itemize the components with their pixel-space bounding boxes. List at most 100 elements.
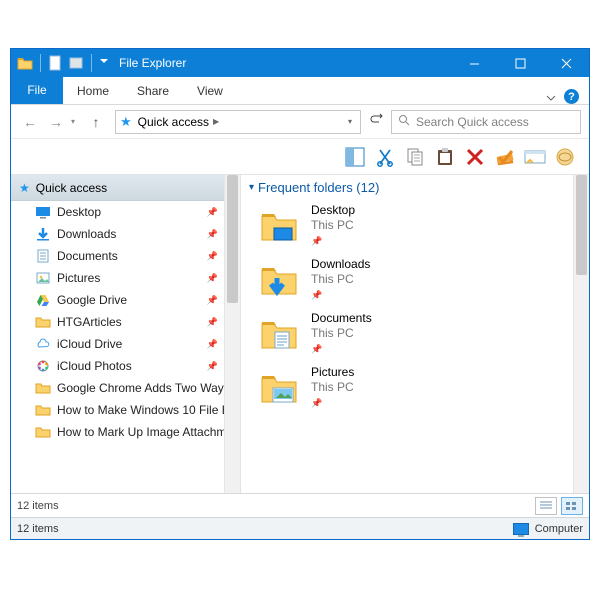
folder-app-icon — [17, 55, 33, 71]
minimize-button[interactable] — [451, 49, 497, 77]
tab-home[interactable]: Home — [63, 77, 123, 104]
pin-icon: 📌 — [311, 396, 354, 411]
tree-item-label: Pictures — [57, 271, 100, 285]
folder-icon — [35, 402, 51, 418]
pin-icon: 📌 — [311, 288, 370, 303]
maximize-button[interactable] — [497, 49, 543, 77]
refresh-button[interactable] — [369, 112, 383, 131]
pin-icon: 📌 — [207, 361, 218, 372]
qa-dropdown-icon[interactable] — [99, 55, 109, 71]
folder-location: This PC — [311, 326, 372, 341]
search-input[interactable]: Search Quick access — [391, 110, 581, 134]
search-placeholder: Search Quick access — [416, 115, 529, 129]
tree-item-label: Downloads — [57, 227, 116, 241]
qa-doc-icon[interactable] — [48, 55, 64, 71]
extra-tool-button[interactable] — [553, 145, 577, 169]
chevron-right-icon[interactable]: ▶ — [213, 117, 219, 126]
tree-item-label: iCloud Drive — [57, 337, 122, 351]
copy-button[interactable] — [403, 145, 427, 169]
tab-file[interactable]: File — [11, 76, 63, 104]
computer-icon — [513, 523, 529, 535]
documents-icon — [35, 248, 51, 264]
select-tool-button[interactable] — [343, 145, 367, 169]
folder-item-pictures[interactable]: Pictures This PC 📌 — [259, 361, 589, 415]
breadcrumb[interactable]: Quick access — [138, 115, 209, 129]
close-button[interactable] — [543, 49, 589, 77]
qa-folder-icon[interactable] — [68, 55, 84, 71]
nav-forward-button[interactable]: → — [45, 111, 67, 133]
folder-downloads-icon — [259, 260, 299, 300]
nav-history-dropdown[interactable]: ▾ — [71, 117, 81, 126]
delete-button[interactable] — [463, 145, 487, 169]
pictures-icon — [35, 270, 51, 286]
tree-item-iclouddrive[interactable]: iCloud Drive 📌 — [11, 333, 240, 355]
folder-documents-icon — [259, 314, 299, 354]
file-explorer-window: File Explorer File Home Share View ? ← →… — [10, 48, 590, 540]
rename-button[interactable] — [493, 145, 517, 169]
tree-item-label: HTGArticles — [57, 315, 122, 329]
folder-location: This PC — [311, 272, 370, 287]
tree-item-label: Google Chrome Adds Two Way — [57, 381, 224, 395]
group-header[interactable]: ▾ Frequent folders (12) — [241, 175, 589, 199]
tree-item-pictures[interactable]: Pictures 📌 — [11, 267, 240, 289]
paste-button[interactable] — [433, 145, 457, 169]
star-icon: ★ — [120, 114, 132, 130]
view-tiles-button[interactable] — [561, 497, 583, 515]
tree-item-recent3[interactable]: How to Mark Up Image Attachm — [11, 421, 240, 443]
view-details-button[interactable] — [535, 497, 557, 515]
folder-desktop-icon — [259, 206, 299, 246]
search-icon — [398, 114, 410, 129]
cut-button[interactable] — [373, 145, 397, 169]
pin-icon: 📌 — [207, 295, 218, 306]
pin-icon: 📌 — [207, 207, 218, 218]
status-bar: 12 items — [11, 493, 589, 517]
icloud-icon — [35, 336, 51, 352]
folder-name: Downloads — [311, 257, 370, 272]
tree-item-recent1[interactable]: Google Chrome Adds Two Way — [11, 377, 240, 399]
tab-view[interactable]: View — [183, 77, 237, 104]
tree-item-recent2[interactable]: How to Make Windows 10 File E — [11, 399, 240, 421]
star-icon: ★ — [19, 181, 30, 195]
nav-tree: ★ Quick access Desktop 📌 Downloads 📌 Doc… — [11, 175, 241, 493]
group-title: Frequent folders (12) — [258, 180, 379, 195]
folder-item-downloads[interactable]: Downloads This PC 📌 — [259, 253, 589, 307]
computer-label[interactable]: Computer — [535, 523, 583, 535]
bottom-bar: 12 items Computer — [11, 517, 589, 539]
ribbon-expand-icon[interactable] — [546, 92, 556, 102]
pin-icon: 📌 — [207, 229, 218, 240]
sidebar-scrollbar[interactable] — [224, 175, 240, 493]
newfolder-button[interactable] — [523, 145, 547, 169]
titlebar[interactable]: File Explorer — [11, 49, 589, 77]
nav-up-button[interactable]: ↑ — [85, 111, 107, 133]
ribbon-tabs: File Home Share View ? — [11, 77, 589, 105]
folder-icon — [35, 380, 51, 396]
status-count: 12 items — [17, 500, 59, 512]
icloud-photos-icon — [35, 358, 51, 374]
help-button[interactable]: ? — [564, 89, 579, 104]
tree-item-gdrive[interactable]: Google Drive 📌 — [11, 289, 240, 311]
folder-pictures-icon — [259, 368, 299, 408]
tree-item-label: How to Mark Up Image Attachm — [57, 425, 226, 439]
pin-icon: 📌 — [311, 342, 372, 357]
body: ★ Quick access Desktop 📌 Downloads 📌 Doc… — [11, 175, 589, 493]
tab-share[interactable]: Share — [123, 77, 183, 104]
tree-item-desktop[interactable]: Desktop 📌 — [11, 201, 240, 223]
tree-item-label: Google Drive — [57, 293, 127, 307]
quick-toolbar — [11, 139, 589, 175]
address-box[interactable]: ★ Quick access ▶ ▾ — [115, 110, 361, 134]
tree-item-icloudphotos[interactable]: iCloud Photos 📌 — [11, 355, 240, 377]
pin-icon: 📌 — [207, 339, 218, 350]
pin-icon: 📌 — [207, 273, 218, 284]
tree-quick-access[interactable]: ★ Quick access — [11, 175, 240, 201]
address-dropdown-icon[interactable]: ▾ — [348, 117, 352, 126]
tree-item-downloads[interactable]: Downloads 📌 — [11, 223, 240, 245]
tree-item-label: How to Make Windows 10 File E — [57, 403, 230, 417]
tree-item-documents[interactable]: Documents 📌 — [11, 245, 240, 267]
folder-item-documents[interactable]: Documents This PC 📌 — [259, 307, 589, 361]
tree-item-htgarticles[interactable]: HTGArticles 📌 — [11, 311, 240, 333]
content-scrollbar[interactable] — [573, 175, 589, 493]
tree-header-label: Quick access — [36, 181, 107, 195]
folder-name: Pictures — [311, 365, 354, 380]
nav-back-button[interactable]: ← — [19, 111, 41, 133]
folder-item-desktop[interactable]: Desktop This PC 📌 — [259, 199, 589, 253]
